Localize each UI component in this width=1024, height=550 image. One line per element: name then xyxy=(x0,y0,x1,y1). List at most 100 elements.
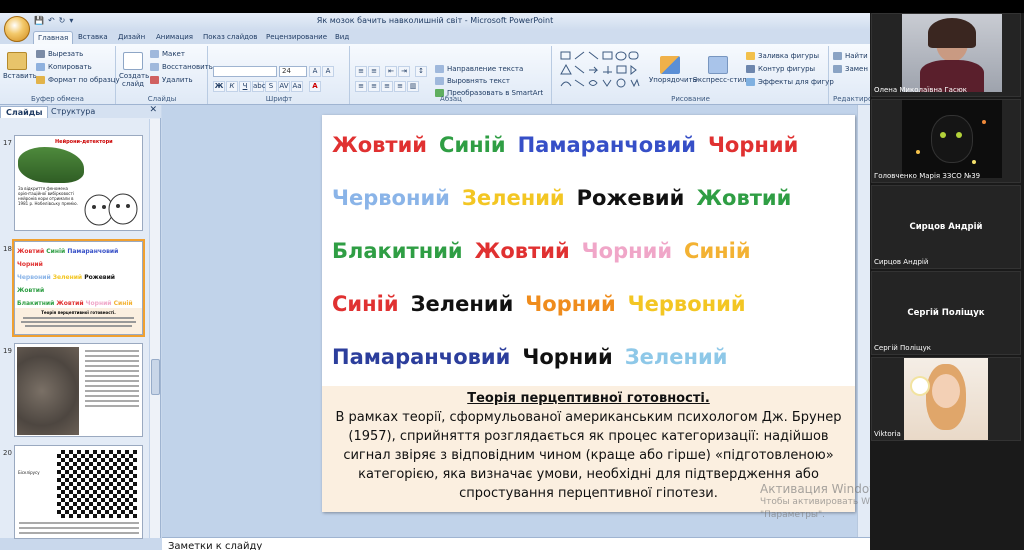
italic-button[interactable]: К xyxy=(226,81,238,92)
redo-icon[interactable]: ↻ xyxy=(59,16,66,25)
strike-button[interactable]: abc xyxy=(252,81,266,92)
participant-tile-5[interactable]: Viktoria xyxy=(871,357,1021,441)
tab-design[interactable]: Дизайн xyxy=(114,31,149,44)
layout-button[interactable]: Макет xyxy=(150,50,185,58)
shape-effects-button[interactable]: Эффекты для фигур xyxy=(746,78,834,86)
align-left-button[interactable]: ≡ xyxy=(355,81,367,92)
new-slide-button[interactable]: Создать слайд xyxy=(119,52,149,88)
align-center-button[interactable]: ≡ xyxy=(368,81,380,92)
current-slide[interactable]: Жовтий Синій Памаранчовий Чорний Червоний Зел… xyxy=(322,115,855,512)
effects-icon xyxy=(746,78,755,86)
drawing-group-label: Рисование xyxy=(671,95,710,103)
text-direction-label: Направление текста xyxy=(447,65,524,73)
bold-button[interactable]: Ж xyxy=(213,81,225,92)
indent-more-button[interactable]: ⇥ xyxy=(398,66,410,77)
bullets-button[interactable]: ≡ xyxy=(355,66,367,77)
clipboard-group-label: Буфер обмена xyxy=(31,95,84,103)
reset-button[interactable]: Восстановить xyxy=(150,63,213,71)
slide-number-17: 17 xyxy=(3,139,12,147)
format-painter-button[interactable]: Формат по образцу xyxy=(36,76,120,84)
participant-tile-4[interactable]: Сергій Поліщук Сергій Поліщук xyxy=(871,271,1021,355)
font-family-combo[interactable] xyxy=(213,66,277,77)
paste-button[interactable]: Вставить xyxy=(3,52,37,80)
group-font: 24 A A Ж К Ч abc S AV Aa A Шрифт xyxy=(209,46,350,104)
word-row: Червоний Зелений Рожевий Жовтий xyxy=(332,171,852,224)
delete-slide-button[interactable]: Удалить xyxy=(150,76,193,84)
indent-less-button[interactable]: ⇤ xyxy=(385,66,397,77)
new-slide-icon xyxy=(123,52,143,70)
tab-review[interactable]: Рецензирование xyxy=(262,31,331,44)
thumb-18-title: Теорія перцептивної готовності. xyxy=(41,310,116,315)
tab-insert[interactable]: Вставка xyxy=(74,31,112,44)
copy-button[interactable]: Копировать xyxy=(36,63,92,71)
align-right-button[interactable]: ≡ xyxy=(381,81,393,92)
snake-image xyxy=(17,347,79,435)
font-color-button[interactable]: A xyxy=(309,81,321,92)
case-button[interactable]: Aa xyxy=(291,81,303,92)
grow-font-button[interactable]: A xyxy=(309,66,321,77)
participant-1-name: Олена Миколаївна Гасюк xyxy=(874,86,967,94)
shapes-gallery[interactable] xyxy=(559,50,647,90)
tab-view[interactable]: Вид xyxy=(331,31,353,44)
tab-slides[interactable]: Слайды xyxy=(0,106,49,118)
title-bar: Як мозок бачить навколишній світ - Micro… xyxy=(0,13,870,30)
replace-button[interactable]: Замен xyxy=(833,65,868,73)
slide-thumb-17[interactable]: Нейрони-детектори За відкриття феномена … xyxy=(14,135,143,231)
color-word: Зелений xyxy=(410,291,514,316)
find-button[interactable]: Найти xyxy=(833,52,868,60)
slide-thumb-18[interactable]: Жовтий Синій Памаранчовий Чорний Червони… xyxy=(12,239,145,337)
line-spacing-button[interactable]: ↕ xyxy=(415,66,427,77)
shape-effects-label: Эффекты для фигур xyxy=(758,78,834,86)
text-direction-button[interactable]: Направление текста xyxy=(435,65,523,73)
slide-thumb-20[interactable]: Бісклірусу xyxy=(14,445,143,539)
notes-pane[interactable]: Заметки к слайду xyxy=(162,537,870,550)
color-word: Зелений xyxy=(624,344,728,369)
slides-scrollbar[interactable] xyxy=(149,119,160,538)
participant-tile-3[interactable]: Сирцов Андрій Сирцов Андрій xyxy=(871,185,1021,269)
main-scrollbar[interactable] xyxy=(857,105,870,538)
slides-scrollbar-thumb[interactable] xyxy=(151,359,160,395)
participants-panel: Олена Миколаївна Гасюк Головченко Марія … xyxy=(870,13,1024,550)
color-word: Блакитний xyxy=(332,238,463,263)
group-slides: Создать слайд Макет Восстановить Удалить… xyxy=(117,46,213,104)
shape-outline-button[interactable]: Контур фигуры xyxy=(746,65,815,73)
tab-home[interactable]: Главная xyxy=(33,31,74,44)
participant-tile-2[interactable]: Головченко Марія ЗЗСО №39 xyxy=(871,99,1021,183)
font-size-combo[interactable]: 24 xyxy=(279,66,307,77)
undo-icon[interactable]: ↶ xyxy=(48,16,55,25)
tab-slideshow[interactable]: Показ слайдов xyxy=(199,31,261,44)
office-button[interactable] xyxy=(4,16,30,42)
spacing-button[interactable]: AV xyxy=(278,81,290,92)
color-word: Памаранчовий xyxy=(332,344,511,369)
quick-styles-icon xyxy=(708,56,728,74)
replace-label: Замен xyxy=(845,65,868,73)
align-text-button[interactable]: Выровнять текст xyxy=(435,77,510,85)
columns-button[interactable]: ▥ xyxy=(407,81,419,92)
arrange-label: Упорядочить xyxy=(649,76,697,84)
participant-2-name: Головченко Марія ЗЗСО №39 xyxy=(874,172,981,180)
quick-styles-button[interactable]: Экспресс-стили xyxy=(693,56,751,84)
tab-animation[interactable]: Анимация xyxy=(152,31,197,44)
close-icon[interactable]: ✕ xyxy=(149,105,157,115)
cut-button[interactable]: Вырезать xyxy=(36,50,83,58)
qat-dropdown-icon[interactable]: ▾ xyxy=(69,16,73,25)
numbering-button[interactable]: ≡ xyxy=(368,66,380,77)
scissors-icon xyxy=(36,50,45,58)
slides-pane: Слайды Структура ✕ 17 Нейрони-детектори … xyxy=(0,105,161,539)
tab-outline[interactable]: Структура xyxy=(46,106,100,117)
underline-button[interactable]: Ч xyxy=(239,81,251,92)
color-word: Зелений xyxy=(461,185,565,210)
participant-4-center-name: Сергій Поліщук xyxy=(907,308,985,318)
format-label: Формат по образцу xyxy=(48,76,120,84)
arrange-button[interactable]: Упорядочить xyxy=(649,56,697,84)
shadow-button[interactable]: S xyxy=(265,81,277,92)
save-icon[interactable]: 💾 xyxy=(34,16,44,25)
justify-button[interactable]: ≡ xyxy=(394,81,406,92)
window-title: Як мозок бачить навколишній світ - Micro… xyxy=(316,16,554,25)
delete-icon xyxy=(150,76,159,84)
participant-tile-1[interactable]: Олена Миколаївна Гасюк xyxy=(871,13,1021,97)
slide-thumb-19[interactable] xyxy=(14,343,143,437)
shrink-font-button[interactable]: A xyxy=(322,66,334,77)
shape-fill-button[interactable]: Заливка фигуры xyxy=(746,52,819,60)
thumb-18-textbox: Теорія перцептивної готовності. xyxy=(15,308,142,334)
